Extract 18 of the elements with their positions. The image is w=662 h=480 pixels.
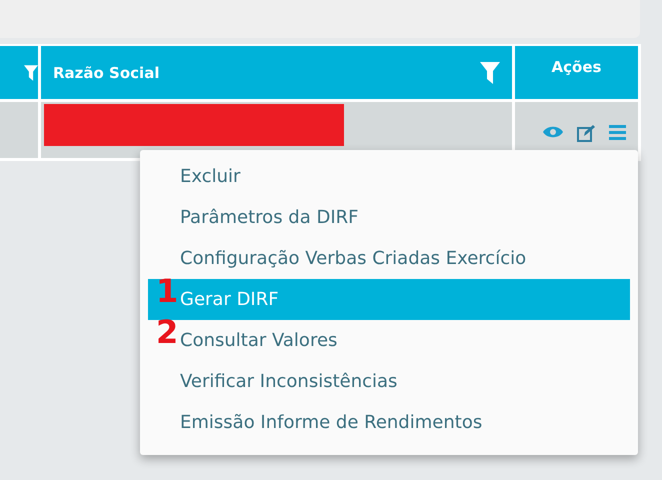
menu-item-label: Parâmetros da DIRF [180, 207, 358, 228]
menu-icon[interactable] [609, 124, 626, 140]
menu-item-label: Consultar Valores [180, 330, 338, 351]
edit-icon[interactable] [577, 124, 595, 142]
menu-item-label: Excluir [180, 166, 240, 187]
menu-item[interactable]: Verificar Inconsistências [148, 361, 630, 402]
menu-item[interactable]: Emissão Informe de Rendimentos [148, 402, 630, 443]
menu-item-label: Verificar Inconsistências [180, 371, 398, 392]
menu-item-label: Gerar DIRF [180, 289, 279, 310]
column-title: Ações [552, 58, 602, 76]
column-title: Razão Social [53, 64, 160, 82]
filter-icon[interactable] [480, 62, 500, 84]
menu-item-label: Configuração Verbas Criadas Exercício [180, 248, 526, 269]
eye-icon[interactable] [543, 124, 563, 138]
menu-item[interactable]: Parâmetros da DIRF [148, 197, 630, 238]
menu-item[interactable]: Excluir [148, 156, 630, 197]
menu-item-label: Emissão Informe de Rendimentos [180, 412, 482, 433]
table-cell [0, 102, 38, 158]
